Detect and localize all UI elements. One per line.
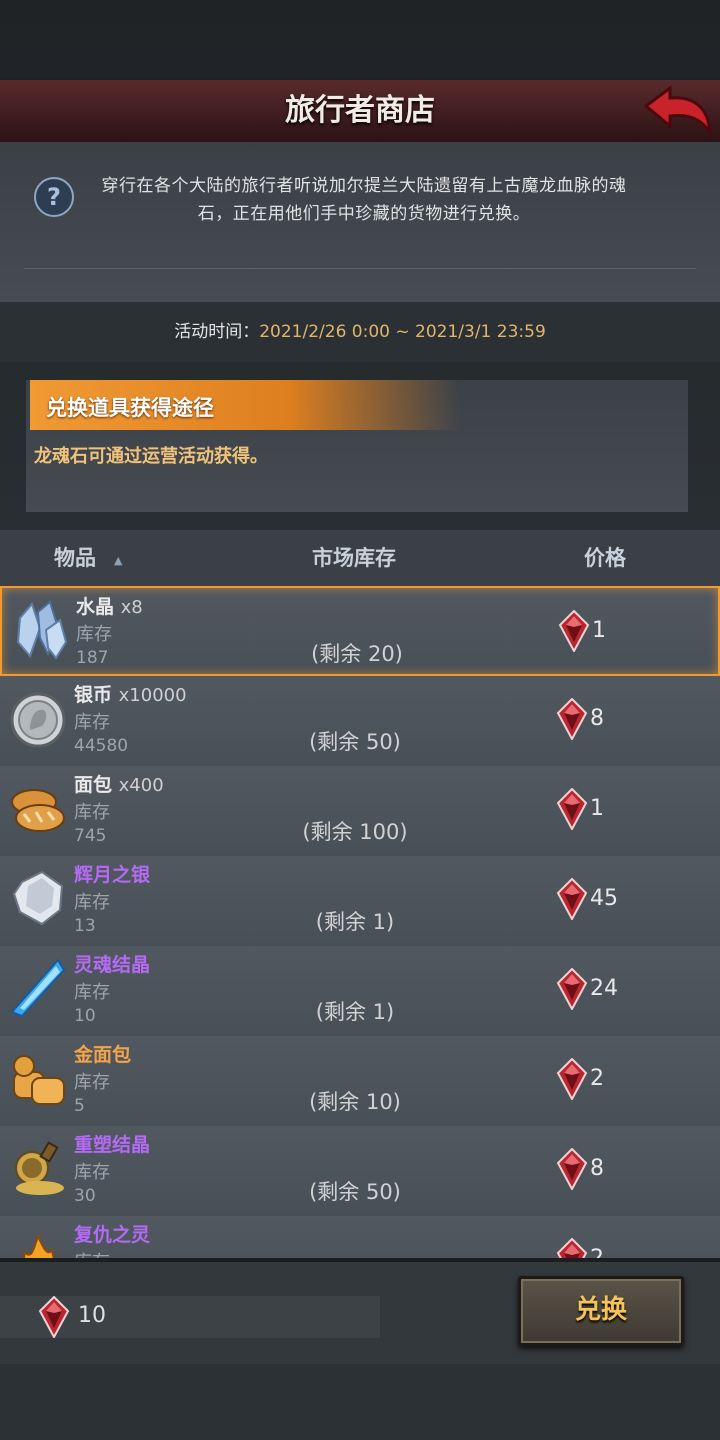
item-row[interactable]: 重塑结晶库存 30 (剩余 50) 8 (0, 1126, 720, 1217)
item-row[interactable]: 灵魂结晶库存 10 (剩余 1) 24 (0, 946, 720, 1037)
price-value: 8 (590, 706, 604, 731)
item-name-text: 金面包 (74, 1044, 132, 1066)
price-value: 8 (590, 1156, 604, 1181)
dragon-soul-stone-icon (556, 787, 588, 832)
item-row[interactable]: 面包 x400 库存 745 (剩余 100) 1 (0, 766, 720, 857)
item-row[interactable]: 水晶 x8 库存 187 (剩余 20) 1 (0, 586, 720, 676)
market-remaining: (剩余 50) (309, 730, 401, 754)
item-name-text: 银币 (74, 684, 113, 706)
item-name: 辉月之银 (74, 860, 150, 887)
item-quantity: x8 (120, 597, 143, 618)
price-value: 24 (590, 976, 618, 1001)
dragon-soul-stone-icon (38, 1295, 70, 1340)
item-name-text: 面包 (74, 774, 113, 796)
item-row[interactable]: 复仇之灵库存 2 (0, 1216, 720, 1258)
item-quantity: x400 (118, 775, 164, 796)
price-value: 2 (590, 1066, 604, 1091)
description-line-2: 石，正在用他们手中珍藏的货物进行兑换。 (197, 204, 531, 224)
exchange-button[interactable]: 兑换 (518, 1276, 684, 1346)
item-list[interactable]: 水晶 x8 库存 187 (剩余 20) 1 银币 x10000 库存 44580 (剩余 50… (0, 586, 720, 1258)
sort-ascending-icon[interactable]: ▲ (114, 554, 122, 567)
crystal-icon (10, 598, 70, 662)
column-header-item[interactable]: 物品 (54, 530, 96, 586)
market-remaining: (剩余 100) (302, 820, 408, 844)
price-value: 1 (590, 796, 604, 821)
golden-bread-icon (8, 1046, 68, 1110)
item-name-text: 复仇之灵 (74, 1224, 151, 1246)
stock-label: 库存 (74, 1162, 110, 1183)
stock-label: 库存 (76, 624, 112, 645)
item-row[interactable]: 辉月之银库存 13 (剩余 1) 45 (0, 856, 720, 947)
stock-label: 库存 (74, 712, 110, 733)
price-value: 45 (590, 886, 618, 911)
market-remaining: (剩余 1) (315, 910, 395, 934)
event-time-value: 2021/2/26 0:00 ~ 2021/3/1 23:59 (259, 322, 546, 342)
vengeance-spirit-icon (8, 1226, 68, 1258)
dragon-soul-stone-icon (556, 877, 588, 922)
item-name-text: 辉月之银 (74, 864, 151, 886)
stock-label: 库存 (74, 1248, 110, 1258)
market-remaining: (剩余 1) (315, 1000, 395, 1024)
stock-label: 库存 (74, 802, 110, 823)
back-button[interactable] (640, 82, 714, 138)
soul-crystal-icon (8, 956, 68, 1020)
exchange-source-text: 龙魂石可通过运营活动获得。 (34, 446, 268, 467)
column-header-price: 价格 (584, 546, 626, 570)
stock-value: 44580 (74, 736, 129, 756)
help-icon[interactable]: ? (34, 177, 74, 217)
item-name: 重塑结晶 (74, 1130, 150, 1157)
stock-value: 745 (74, 826, 107, 846)
item-name: 复仇之灵 (74, 1220, 150, 1247)
back-arrow-icon (643, 85, 712, 138)
stock-value: 10 (74, 1006, 96, 1026)
description-line-1: 穿行在各个大陆的旅行者听说加尔提兰大陆遗留有上古魔龙血脉的魂 (101, 176, 627, 196)
market-remaining: (剩余 10) (309, 1090, 401, 1114)
dragon-soul-stone-icon (556, 967, 588, 1012)
dragon-soul-stone-icon (556, 697, 588, 742)
item-name-text: 水晶 (76, 596, 115, 618)
item-quantity: x10000 (118, 685, 187, 706)
page-title: 旅行者商店 (285, 93, 435, 128)
bread-icon (8, 776, 68, 840)
market-remaining: (剩余 50) (309, 1180, 401, 1204)
divider (24, 268, 696, 269)
stock-value: 13 (74, 916, 96, 936)
stock-label: 库存 (74, 1072, 110, 1093)
dragon-soul-stone-icon (556, 1147, 588, 1192)
item-name: 水晶 x8 (76, 592, 143, 619)
silver-coin-icon (8, 686, 68, 750)
item-name: 银币 x10000 (74, 680, 187, 707)
item-row[interactable]: 银币 x10000 库存 44580 (剩余 50) 8 (0, 676, 720, 767)
item-row[interactable]: 金面包库存 5 (剩余 10) 2 (0, 1036, 720, 1127)
stock-value: 5 (74, 1096, 85, 1116)
price-value: 2 (590, 1246, 604, 1258)
moon-silver-icon (8, 866, 68, 930)
stock-value: 30 (74, 1186, 96, 1206)
dragon-soul-stone-icon (556, 1237, 588, 1258)
market-remaining: (剩余 20) (311, 642, 403, 666)
item-name-text: 重塑结晶 (74, 1134, 151, 1156)
stock-label: 库存 (74, 892, 110, 913)
event-time-label: 活动时间： (174, 322, 260, 342)
item-name: 面包 x400 (74, 770, 164, 797)
description-text: 穿行在各个大陆的旅行者听说加尔提兰大陆遗留有上古魔龙血脉的魂 石，正在用他们手中… (84, 172, 644, 228)
dragon-soul-stone-icon (558, 609, 590, 654)
event-time: 活动时间：2021/2/26 0:00 ~ 2021/3/1 23:59 (0, 302, 720, 362)
dragon-soul-stone-icon (556, 1057, 588, 1102)
item-name: 灵魂结晶 (74, 950, 150, 977)
item-name-text: 灵魂结晶 (74, 954, 151, 976)
exchange-source-title: 兑换道具获得途径 (46, 396, 214, 420)
column-header-stock: 市场库存 (312, 546, 396, 570)
price-value: 1 (592, 618, 606, 643)
balance-value: 10 (78, 1303, 106, 1328)
item-name: 金面包 (74, 1040, 131, 1067)
stock-value: 187 (76, 648, 109, 668)
reforge-crystal-icon (8, 1136, 68, 1200)
stock-label: 库存 (74, 982, 110, 1003)
